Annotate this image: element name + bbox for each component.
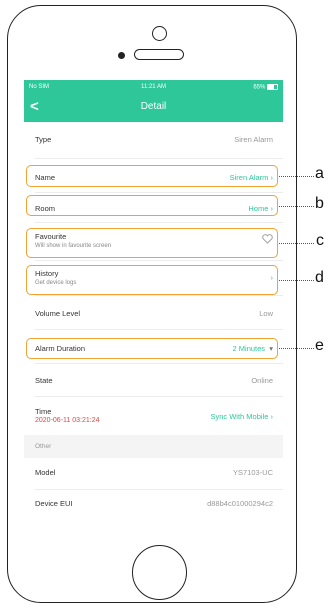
divider <box>35 396 283 397</box>
highlight-alarm-duration <box>26 338 278 359</box>
divider <box>35 363 283 364</box>
battery-indicator: 65% <box>253 84 278 91</box>
status-bar: No SIM 11:21 AM 65% <box>24 80 283 94</box>
eui-label: Device EUI <box>35 499 73 508</box>
chevron-right-icon: › <box>270 412 274 421</box>
sync-button[interactable]: Sync With Mobile › <box>210 412 273 421</box>
speaker-grille <box>134 49 184 60</box>
divider <box>35 295 283 296</box>
type-value: Siren Alarm <box>234 135 273 144</box>
model-label: Model <box>35 468 56 477</box>
page-title: Detail <box>140 101 167 112</box>
divider <box>35 260 283 261</box>
highlight-history <box>26 265 278 295</box>
callout-c: c <box>316 232 324 249</box>
callout-a: a <box>315 165 324 182</box>
callout-d: d <box>315 269 324 286</box>
section-header-other: Other <box>24 435 283 458</box>
leader-d <box>279 280 314 281</box>
divider <box>35 192 283 193</box>
time-value: 2020-06-11 03:21:24 <box>35 417 100 424</box>
highlight-favourite <box>26 228 278 258</box>
volume-value[interactable]: Low <box>259 309 273 318</box>
model-value: YS7103-UC <box>232 468 273 477</box>
leader-c <box>279 243 314 244</box>
app-screen: No SIM 11:21 AM 65% < Detail Type Siren … <box>24 80 283 523</box>
highlight-name <box>26 165 278 187</box>
state-label: State <box>35 376 53 385</box>
leader-a <box>279 176 314 177</box>
type-label: Type <box>35 135 52 144</box>
time-label: Time <box>35 407 52 416</box>
clock: 11:21 AM <box>141 84 166 90</box>
volume-label: Volume Level <box>35 309 81 318</box>
divider <box>35 222 283 223</box>
leader-e <box>279 348 314 349</box>
home-button[interactable] <box>132 545 187 600</box>
callout-b: b <box>315 195 324 212</box>
camera-icon <box>118 52 125 59</box>
battery-icon <box>267 84 278 90</box>
state-value: Online <box>251 376 273 385</box>
divider <box>35 489 283 490</box>
callout-e: e <box>315 337 324 354</box>
eui-value: d88b4c01000294c2 <box>207 499 273 508</box>
divider <box>35 329 283 330</box>
nav-bar: < Detail <box>24 94 283 122</box>
leader-b <box>279 206 314 207</box>
highlight-room <box>26 195 278 216</box>
front-sensor <box>152 26 167 41</box>
battery-percent: 65% <box>253 84 266 91</box>
divider <box>35 158 283 159</box>
